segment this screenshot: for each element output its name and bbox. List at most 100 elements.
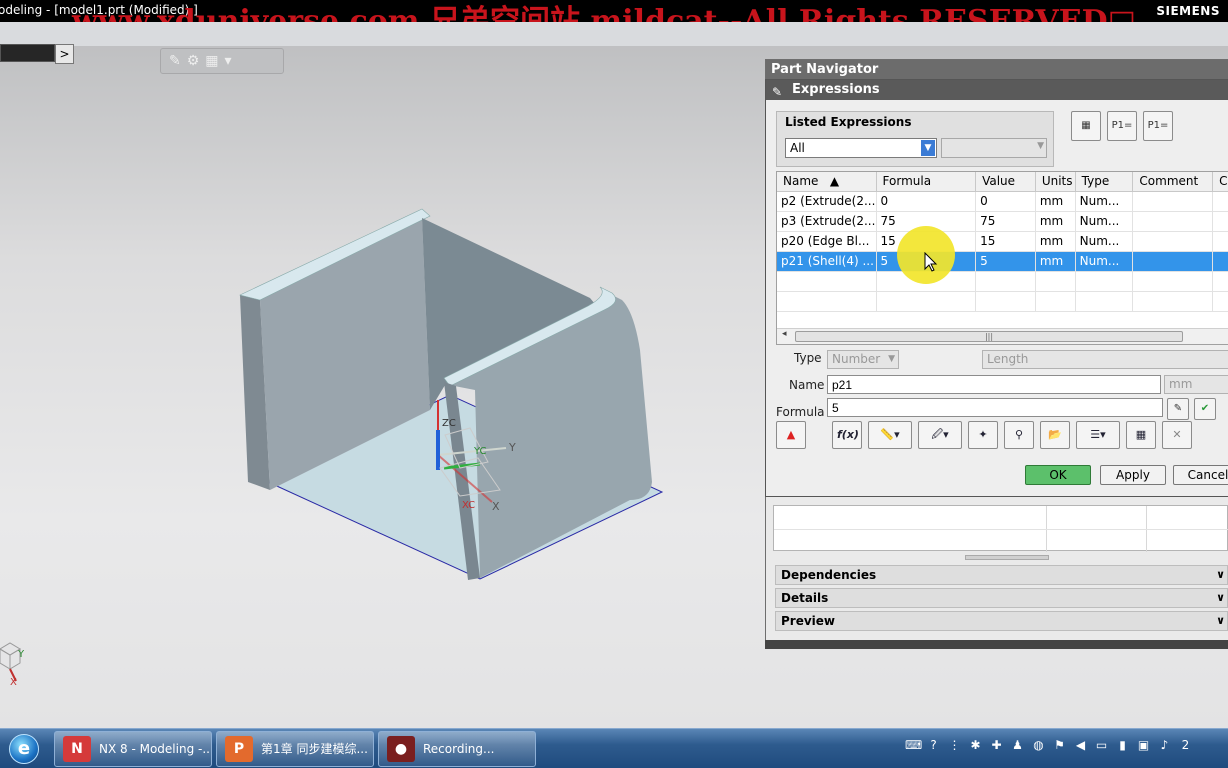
qq-icon[interactable]: ♟ — [1010, 738, 1025, 753]
selection-icon[interactable]: ✎ — [169, 53, 181, 69]
expand-arrow-button[interactable]: > — [55, 44, 74, 64]
preview-section[interactable]: Preview ∨ — [775, 611, 1228, 631]
dialog-title-bar[interactable]: ✎ Expressions — [766, 80, 1228, 100]
cell-formula: 0 — [877, 192, 977, 211]
spreadsheet-edit-icon[interactable]: ▦ — [1071, 111, 1101, 141]
scrollbar-thumb[interactable]: ||| — [795, 331, 1183, 342]
cell-value: 75 — [976, 212, 1036, 231]
triad-label-x: X — [10, 677, 17, 688]
table-row[interactable]: p3 (Extrude(2... 75 75 mm Num... — [777, 212, 1228, 232]
table-row[interactable]: p2 (Extrude(2... 0 0 mm Num... — [777, 192, 1228, 212]
open-folder-icon[interactable]: 📂 — [1040, 421, 1070, 449]
network-globe-icon[interactable]: ◍ — [1031, 738, 1046, 753]
navigator-lower-list[interactable] — [773, 505, 1228, 552]
navigator-bottom-border — [765, 640, 1228, 649]
shell-model-view[interactable]: ZC YC Y XC X — [230, 200, 670, 590]
column-header-formula[interactable]: Formula — [877, 172, 977, 191]
panel-splitter[interactable] — [965, 555, 1049, 560]
column-header-name[interactable]: Name ▲ — [777, 172, 877, 191]
name-input[interactable] — [827, 375, 1161, 394]
function-button[interactable]: f(x) — [832, 421, 862, 449]
recorder-icon: ● — [387, 736, 415, 762]
dimension-select: Length — [982, 350, 1228, 369]
cell-comment — [1133, 252, 1214, 271]
taskbar-item-powerpoint[interactable]: P 第1章 同步建模综... — [216, 731, 374, 767]
accept-edit-icon[interactable]: ✔ — [1194, 398, 1216, 420]
start-button[interactable]: e — [0, 731, 48, 767]
cell-name: p20 (Edge Bl... — [777, 232, 877, 251]
resource-bar-collapsed[interactable] — [0, 44, 55, 62]
taskbar-item-nx[interactable]: N NX 8 - Modeling -... — [54, 731, 212, 767]
filter-select-value: All — [790, 141, 805, 155]
flag-icon[interactable]: ⚑ — [1052, 738, 1067, 753]
cell-comment — [1133, 192, 1214, 211]
edit-formula-icon[interactable]: ✎ — [1167, 398, 1189, 420]
pin-icon[interactable]: ✎ — [772, 82, 782, 102]
formula-label: Formula — [776, 405, 825, 419]
table-row[interactable]: p20 (Edge Bl... 15 15 mm Num... — [777, 232, 1228, 252]
volume-icon[interactable]: ◀ — [1073, 738, 1088, 753]
units-select-value: mm — [1169, 377, 1193, 391]
cell-type: Num... — [1076, 232, 1134, 251]
cancel-button[interactable]: Cancel — [1173, 465, 1228, 485]
menu-dropdown-icon[interactable]: ▾ — [225, 53, 232, 69]
horizontal-scrollbar[interactable]: ◂ ||| — [777, 328, 1228, 344]
import-expressions-icon[interactable]: P1= — [1107, 111, 1137, 141]
cell-name: p2 (Extrude(2... — [777, 192, 877, 211]
ok-button[interactable]: OK — [1025, 465, 1091, 485]
expressions-dialog: ✎ Expressions Listed Expressions All ▼ ▼… — [765, 79, 1228, 497]
reference-icon[interactable]: ✦ — [968, 421, 998, 449]
keyboard-icon[interactable]: ⌨ — [905, 738, 922, 753]
scroll-left-icon[interactable]: ◂ — [782, 329, 787, 339]
column-header-type[interactable]: Type — [1076, 172, 1134, 191]
column-header-value[interactable]: Value — [976, 172, 1036, 191]
collapse-up-icon[interactable]: ▲ — [776, 421, 806, 449]
column-header-comment[interactable]: Comment — [1133, 172, 1214, 191]
table-row-selected[interactable]: p21 (Shell(4) ... 5 5 mm Num... — [777, 252, 1228, 272]
gear-icon[interactable]: ⚙ — [187, 53, 200, 69]
measure-distance-icon[interactable]: 📏▾ — [868, 421, 912, 449]
dependencies-section[interactable]: Dependencies ∨ — [775, 565, 1228, 585]
link-icon[interactable]: ⚲ — [1004, 421, 1034, 449]
chevron-down-icon[interactable]: ∨ — [1216, 589, 1225, 607]
spreadsheet-icon[interactable]: ▦ — [1126, 421, 1156, 449]
column-header-units[interactable]: Units — [1036, 172, 1076, 191]
units-select: mm — [1164, 375, 1228, 394]
dimension-select-value: Length — [987, 352, 1029, 366]
clock-fragment[interactable]: 2 — [1178, 738, 1193, 753]
details-section[interactable]: Details ∨ — [775, 588, 1228, 608]
taskbar-item-label: NX 8 - Modeling -... — [99, 742, 212, 756]
battery-icon[interactable]: ▮ — [1115, 738, 1130, 753]
help-icon[interactable]: ? — [926, 738, 941, 753]
part-navigator-title: Part Navigator — [766, 60, 1228, 79]
chevron-down-icon[interactable]: ∨ — [1216, 612, 1225, 630]
preview-label: Preview — [781, 614, 836, 628]
expressions-table[interactable]: Name ▲ Formula Value Units Type Comment … — [776, 171, 1228, 345]
grid-icon[interactable]: ▦ — [205, 53, 218, 69]
chevron-down-icon[interactable]: ∨ — [1216, 566, 1225, 584]
taskbar-item-label: 第1章 同步建模综... — [261, 742, 368, 756]
display-icon[interactable]: ▣ — [1136, 738, 1151, 753]
formula-tools-row: ▲ f(x) 📏▾ 🖉▾ ✦ ⚲ 📂 ☰▾ ▦ ✕ — [776, 421, 1192, 449]
measure-options-icon[interactable]: 🖉▾ — [918, 421, 962, 449]
filter-select[interactable]: All ▼ — [785, 138, 937, 158]
bug-icon[interactable]: ✱ — [968, 738, 983, 753]
dialog-title: Expressions — [792, 82, 880, 97]
delete-icon[interactable]: ✕ — [1162, 421, 1192, 449]
cell-type: Num... — [1076, 212, 1134, 231]
list-options-icon[interactable]: ☰▾ — [1076, 421, 1120, 449]
export-expressions-icon[interactable]: P1= — [1143, 111, 1173, 141]
table-row-empty — [777, 292, 1228, 312]
cell-units: mm — [1036, 212, 1076, 231]
plus-icon[interactable]: ✚ — [989, 738, 1004, 753]
cell-comment — [1133, 212, 1214, 231]
internet-explorer-icon[interactable]: e — [9, 734, 39, 764]
input-method-icon[interactable]: ⋮ — [947, 738, 962, 753]
monitor-icon[interactable]: ▭ — [1094, 738, 1109, 753]
taskbar-item-recording[interactable]: ● Recording... — [378, 731, 536, 767]
column-header-c[interactable]: C — [1213, 172, 1228, 191]
apply-button[interactable]: Apply — [1100, 465, 1166, 485]
formula-input[interactable] — [827, 398, 1163, 417]
chevron-down-icon[interactable]: ▼ — [921, 140, 935, 156]
speaker-icon[interactable]: ♪ — [1157, 738, 1172, 753]
